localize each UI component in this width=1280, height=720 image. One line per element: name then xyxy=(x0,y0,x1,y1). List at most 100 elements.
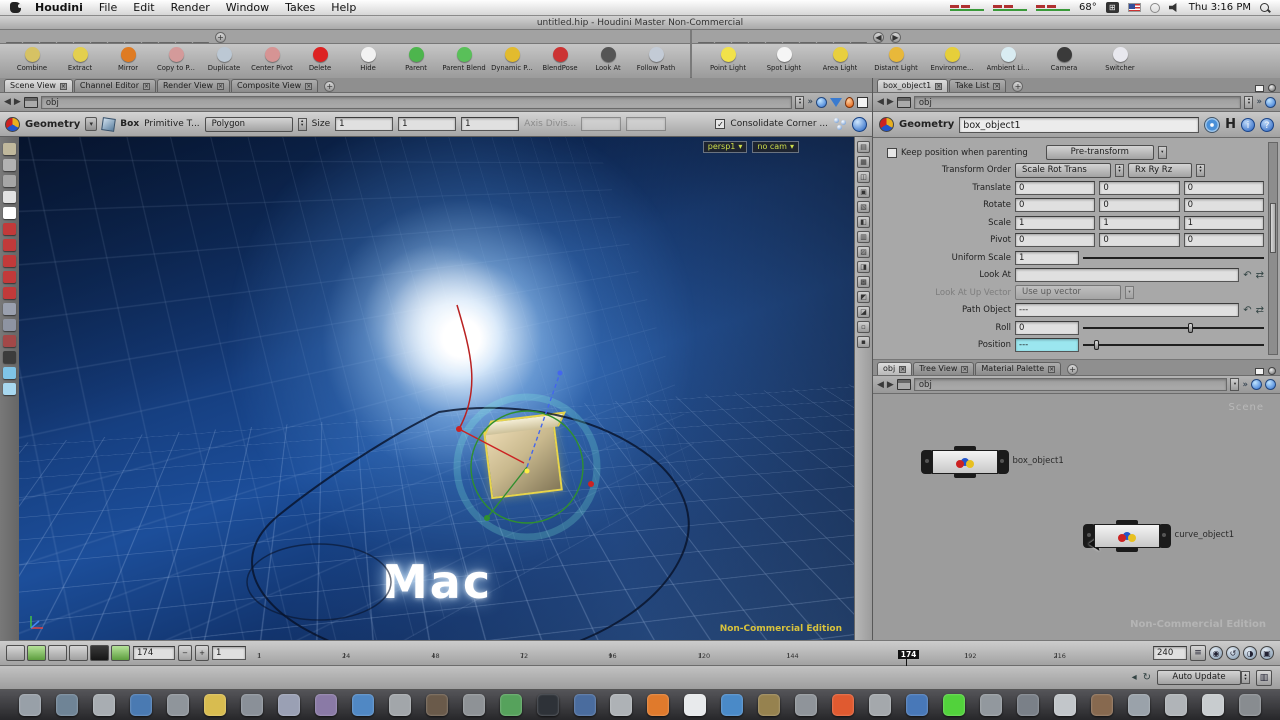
shelf-tab[interactable] xyxy=(74,42,90,43)
node-body[interactable] xyxy=(1094,524,1160,548)
shelf-tool[interactable]: Combine xyxy=(8,45,56,78)
shelf-tool[interactable]: Copy to P... xyxy=(152,45,200,78)
side-tool-icon[interactable] xyxy=(3,271,16,283)
viewport-tool-icon[interactable]: ▤ xyxy=(857,141,870,153)
dock-icon[interactable] xyxy=(1054,694,1076,716)
viewport-tool-icon[interactable]: ◪ xyxy=(857,306,870,318)
add-pane-tab-button[interactable]: + xyxy=(324,81,335,92)
close-icon[interactable]: × xyxy=(899,366,906,373)
shelf-tool[interactable]: Look At xyxy=(584,45,632,78)
dock-icon[interactable] xyxy=(93,694,115,716)
dock-icon[interactable] xyxy=(537,694,559,716)
shelf-tab[interactable] xyxy=(6,42,22,43)
viewport-tool-icon[interactable]: ◫ xyxy=(857,171,870,183)
menu-bar-clock[interactable]: Thu 3:16 PM xyxy=(1189,2,1251,13)
network-control-icon[interactable]: ◉ xyxy=(1209,646,1223,660)
position-field[interactable]: --- xyxy=(1015,338,1079,352)
dock-icon[interactable] xyxy=(647,694,669,716)
add-pane-tab-button[interactable]: + xyxy=(1067,364,1078,375)
path-object-field[interactable]: --- xyxy=(1015,303,1239,317)
pane-split-icon[interactable] xyxy=(1268,84,1276,92)
refresh-icon[interactable]: ↻ xyxy=(1143,672,1151,683)
dock-icon[interactable] xyxy=(832,694,854,716)
shelf-tool[interactable]: Mirror xyxy=(104,45,152,78)
pointer-icon[interactable]: ◂ xyxy=(1132,672,1137,683)
close-icon[interactable]: × xyxy=(60,83,67,90)
pivot-z-field[interactable]: 0 xyxy=(1184,233,1264,247)
op-select-icon[interactable]: ⇄ xyxy=(1256,270,1264,281)
link-icon[interactable]: » xyxy=(1242,380,1248,390)
pane-tab[interactable]: Channel Editor × xyxy=(74,79,156,92)
dock-icon[interactable] xyxy=(943,694,965,716)
side-tool-icon[interactable] xyxy=(3,319,16,331)
menu-item[interactable]: File xyxy=(99,1,117,14)
playback-button[interactable] xyxy=(27,645,46,661)
network-control-icon[interactable]: ↺ xyxy=(1226,646,1240,660)
display-flag-icon[interactable] xyxy=(1204,117,1220,133)
viewport-tool-icon[interactable]: ▩ xyxy=(857,276,870,288)
filter-icon[interactable] xyxy=(830,98,842,107)
stepper[interactable]: ▴▾ xyxy=(1115,164,1124,177)
viewport-tool-icon[interactable]: ▣ xyxy=(857,186,870,198)
shelf-tab[interactable] xyxy=(817,42,833,43)
network-control-icon[interactable]: ▣ xyxy=(1260,646,1274,660)
pane-maximize-icon[interactable] xyxy=(1255,368,1264,375)
close-icon[interactable]: × xyxy=(305,83,312,90)
shelf-tab[interactable] xyxy=(159,42,175,43)
menu-item[interactable]: Takes xyxy=(285,1,315,14)
close-icon[interactable]: × xyxy=(143,83,150,90)
shelf-tool[interactable]: BlendPose xyxy=(536,45,584,78)
side-tool-icon[interactable] xyxy=(3,287,16,299)
rotate-y-field[interactable]: 0 xyxy=(1099,198,1179,212)
scale-y-field[interactable]: 1 xyxy=(1099,216,1179,230)
shelf-tool[interactable]: Point Light xyxy=(700,45,756,78)
viewport-tool-icon[interactable]: ◧ xyxy=(857,216,870,228)
menu-item[interactable]: Window xyxy=(226,1,269,14)
side-tool-icon[interactable] xyxy=(3,239,16,251)
weather-widget[interactable]: 68° xyxy=(1079,2,1097,13)
dock-icon[interactable] xyxy=(1202,694,1224,716)
network-path-field[interactable]: obj xyxy=(914,378,1228,391)
translate-z-field[interactable]: 0 xyxy=(1184,181,1264,195)
apple-menu-icon[interactable] xyxy=(10,2,21,13)
side-tool-icon[interactable] xyxy=(3,159,16,171)
network-editor[interactable]: Scene box_object1 curve_object1 Non-Comm… xyxy=(873,394,1280,640)
playback-button[interactable] xyxy=(90,645,109,661)
node-name-label[interactable]: curve_object1 xyxy=(1175,530,1235,540)
op-select-icon[interactable]: ⇄ xyxy=(1256,305,1264,316)
help-icon[interactable]: ? xyxy=(1260,118,1274,132)
shelf-tool[interactable]: Spot Light xyxy=(756,45,812,78)
node-name-label[interactable]: box_object1 xyxy=(1013,456,1064,466)
pane-tab[interactable]: Take List × xyxy=(949,79,1006,92)
shelf-tool[interactable]: Camera xyxy=(1036,45,1092,78)
op-jump-icon[interactable]: ↶ xyxy=(1243,305,1251,316)
playback-button[interactable] xyxy=(48,645,67,661)
shelf-scroll-left[interactable]: ◀ xyxy=(873,32,884,43)
range-start-field[interactable]: 1 xyxy=(212,646,246,660)
dock-icon[interactable] xyxy=(980,694,1002,716)
menu-item[interactable]: Edit xyxy=(133,1,154,14)
viewport-tool-icon[interactable]: ◨ xyxy=(857,261,870,273)
pane-tab[interactable]: box_object1 × xyxy=(877,79,948,92)
dock-icon[interactable] xyxy=(463,694,485,716)
scale-z-field[interactable]: 1 xyxy=(1184,216,1264,230)
side-tool-icon[interactable] xyxy=(3,335,16,347)
dock-icon[interactable] xyxy=(721,694,743,716)
dock-icon[interactable] xyxy=(426,694,448,716)
shelf-tab[interactable] xyxy=(851,42,867,43)
shelf-tab[interactable] xyxy=(834,42,850,43)
pivot-y-field[interactable]: 0 xyxy=(1099,233,1179,247)
pane-tab[interactable]: Material Palette × xyxy=(975,362,1061,375)
pane-tab[interactable]: obj × xyxy=(877,362,912,375)
link-icon[interactable]: » xyxy=(1256,97,1262,107)
nav-forward-icon[interactable]: ▶ xyxy=(887,380,894,390)
shelf-tool[interactable]: Switcher xyxy=(1092,45,1148,78)
range-end-field[interactable]: 240 xyxy=(1153,646,1187,660)
network-path-field[interactable]: obj xyxy=(41,96,793,109)
side-tool-icon[interactable] xyxy=(3,223,16,235)
size-z-field[interactable]: 1 xyxy=(461,117,519,131)
translate-y-field[interactable]: 0 xyxy=(1099,181,1179,195)
keep-position-checkbox[interactable] xyxy=(887,148,897,158)
menu-item[interactable]: Render xyxy=(171,1,210,14)
position-slider-handle[interactable] xyxy=(1094,340,1099,350)
